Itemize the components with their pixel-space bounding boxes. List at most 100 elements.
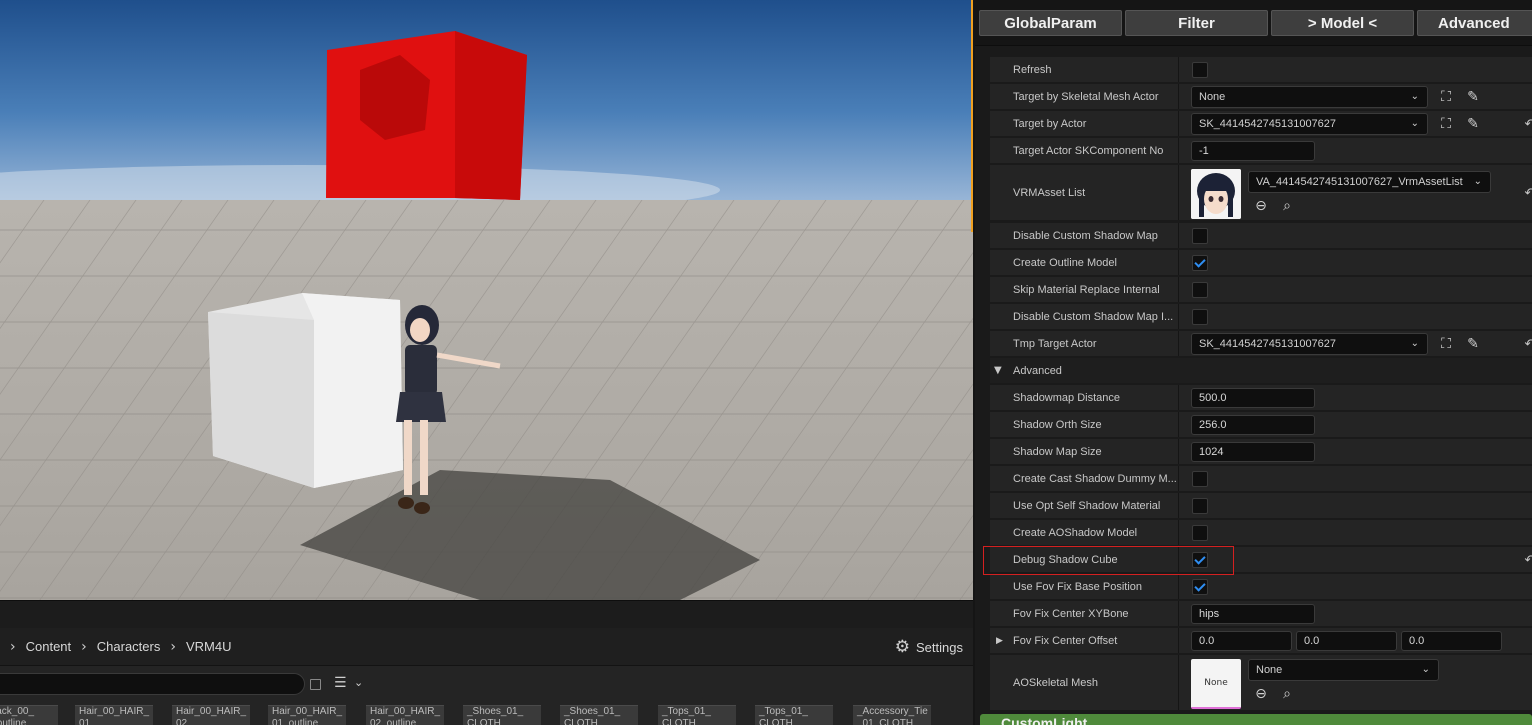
eyedropper-icon[interactable]: ✎ bbox=[1464, 115, 1482, 133]
prop-label: Create Outline Model bbox=[1013, 257, 1117, 269]
target-skeletal-combo[interactable]: None ⌄ bbox=[1191, 86, 1428, 108]
asset-tile[interactable]: _Tops_01_ CLOTH bbox=[755, 705, 833, 725]
asset-tile[interactable]: irBack_00_ R_outline bbox=[0, 705, 58, 725]
prop-label: Shadow Map Size bbox=[1013, 446, 1102, 458]
prop-create-cast-shadow: Create Cast Shadow Dummy M... bbox=[990, 466, 1532, 492]
reset-icon[interactable]: ↶ bbox=[1522, 551, 1532, 569]
shadow-map-size-input[interactable]: 1024 bbox=[1191, 442, 1315, 462]
refresh-checkbox[interactable] bbox=[1192, 62, 1208, 78]
use-selected-icon[interactable]: ⊖ bbox=[1252, 685, 1270, 703]
use-selected-icon[interactable]: ⊖ bbox=[1252, 197, 1270, 215]
prop-create-outline: Create Outline Model bbox=[990, 250, 1532, 276]
filter-icon[interactable]: ☰ bbox=[334, 675, 347, 691]
prop-label: Create AOShadow Model bbox=[1013, 527, 1138, 539]
chevron-down-icon[interactable]: ⌄ bbox=[354, 676, 363, 689]
breadcrumb-item-content[interactable]: Content bbox=[26, 639, 72, 654]
section-label: CustomLight bbox=[1001, 715, 1088, 725]
prop-label: Target by Skeletal Mesh Actor bbox=[1013, 91, 1159, 103]
tab-model[interactable]: > Model < bbox=[1271, 10, 1414, 36]
shadowmap-distance-input[interactable]: 500.0 bbox=[1191, 388, 1315, 408]
shadow-orth-size-input[interactable]: 256.0 bbox=[1191, 415, 1315, 435]
reset-icon[interactable]: ↶ bbox=[1522, 184, 1532, 202]
combo-value: VA_4414542745131007627_VrmAssetList bbox=[1256, 176, 1463, 188]
asset-tile[interactable]: _Accessory_Tie _01_CLOTH bbox=[853, 705, 931, 725]
select-actor-icon[interactable]: ⛶ bbox=[1437, 335, 1455, 353]
chevron-down-icon: ⌄ bbox=[1410, 118, 1419, 129]
prop-label: Create Cast Shadow Dummy M... bbox=[1013, 473, 1177, 485]
prop-create-aoshadow: Create AOShadow Model bbox=[990, 520, 1532, 546]
asset-label: Hair_00_HAIR_ 01 bbox=[79, 706, 150, 725]
eyedropper-icon[interactable]: ✎ bbox=[1464, 335, 1482, 353]
create-aoshadow-checkbox[interactable] bbox=[1192, 525, 1208, 541]
tab-filter[interactable]: Filter bbox=[1125, 10, 1268, 36]
disable-custom-shadow-i-checkbox[interactable] bbox=[1192, 309, 1208, 325]
disable-custom-shadow-checkbox[interactable] bbox=[1192, 228, 1208, 244]
tab-bar: GlobalParam Filter > Model < Advanced bbox=[975, 0, 1532, 46]
select-actor-icon[interactable]: ⛶ bbox=[1437, 115, 1455, 133]
prop-target-skeletal: Target by Skeletal Mesh Actor None ⌄ ⛶ ✎ bbox=[990, 84, 1532, 110]
tmp-target-combo[interactable]: SK_4414542745131007627 ⌄ bbox=[1191, 333, 1428, 355]
target-sk-no-input[interactable]: -1 bbox=[1191, 141, 1315, 161]
reset-icon[interactable]: ↶ bbox=[1522, 335, 1532, 353]
chevron-right-icon[interactable]: › bbox=[10, 639, 16, 655]
breadcrumb-item-characters[interactable]: Characters bbox=[97, 639, 161, 654]
prop-label: Shadow Orth Size bbox=[1013, 419, 1102, 431]
prop-label: Target Actor SKComponent No bbox=[1013, 145, 1164, 157]
character-portrait-icon bbox=[1191, 169, 1241, 219]
target-actor-combo[interactable]: SK_4414542745131007627 ⌄ bbox=[1191, 113, 1428, 135]
create-cast-shadow-checkbox[interactable] bbox=[1192, 471, 1208, 487]
create-outline-checkbox[interactable] bbox=[1192, 255, 1208, 271]
asset-tile[interactable]: _Shoes_01_ CLOTH bbox=[463, 705, 541, 725]
asset-tile[interactable]: Hair_00_HAIR_ 02_outline bbox=[366, 705, 444, 725]
ao-mesh-thumbnail[interactable]: None bbox=[1191, 659, 1241, 709]
prop-label: Disable Custom Shadow Map I... bbox=[1013, 311, 1174, 323]
prop-label: Disable Custom Shadow Map bbox=[1013, 230, 1158, 242]
offset-x-input[interactable]: 0.0 bbox=[1191, 631, 1292, 651]
prop-vrm-asset-list: VRMAsset List VA_4414542745131007627_Vrm… bbox=[990, 165, 1532, 221]
chevron-down-icon: ⌄ bbox=[1473, 176, 1482, 187]
asset-tile[interactable]: Hair_00_HAIR_ 01 bbox=[75, 705, 153, 725]
select-actor-icon[interactable]: ⛶ bbox=[1437, 88, 1455, 106]
browse-icon[interactable]: ⌕ bbox=[1278, 197, 1296, 215]
eyedropper-icon[interactable]: ✎ bbox=[1464, 88, 1482, 106]
tab-globalparam[interactable]: GlobalParam bbox=[979, 10, 1122, 36]
asset-label: irBack_00_ R_outline bbox=[0, 706, 35, 725]
search-input[interactable] bbox=[0, 673, 305, 695]
skip-material-checkbox[interactable] bbox=[1192, 282, 1208, 298]
asset-tile[interactable]: _Tops_01_ CLOTH bbox=[658, 705, 736, 725]
fov-center-bone-input[interactable]: hips bbox=[1191, 604, 1315, 624]
breadcrumb-item-vrm4u[interactable]: VRM4U bbox=[186, 639, 232, 654]
asset-tile[interactable]: Hair_00_HAIR_ 01_outline bbox=[268, 705, 346, 725]
vrm-asset-combo[interactable]: VA_4414542745131007627_VrmAssetList ⌄ bbox=[1248, 171, 1491, 193]
offset-z-input[interactable]: 0.0 bbox=[1401, 631, 1502, 651]
prop-label: Refresh bbox=[1013, 64, 1052, 76]
section-customlight[interactable]: CustomLight bbox=[975, 714, 1532, 725]
asset-tile[interactable]: _Shoes_01_ CLOTH bbox=[560, 705, 638, 725]
use-opt-self-shadow-checkbox[interactable] bbox=[1192, 498, 1208, 514]
viewport-focus-border bbox=[971, 0, 973, 232]
tab-advanced[interactable]: Advanced bbox=[1417, 10, 1532, 36]
prop-label: Use Opt Self Shadow Material bbox=[1013, 500, 1161, 512]
reset-icon[interactable]: ↶ bbox=[1522, 115, 1532, 133]
viewport-bottom-bar bbox=[0, 600, 973, 628]
debug-shadow-cube-checkbox[interactable] bbox=[1192, 552, 1208, 568]
ao-mesh-combo[interactable]: None ⌄ bbox=[1248, 659, 1439, 681]
details-panel: GlobalParam Filter > Model < Advanced Re… bbox=[975, 0, 1532, 725]
asset-tile[interactable]: Hair_00_HAIR_ 02 bbox=[172, 705, 250, 725]
chevron-right-icon[interactable]: › bbox=[170, 639, 176, 655]
breadcrumb: › Content › Characters › VRM4U ⚙ Setting… bbox=[0, 628, 973, 666]
use-fov-fix-checkbox[interactable] bbox=[1192, 579, 1208, 595]
level-viewport[interactable] bbox=[0, 0, 973, 600]
chevron-right-icon[interactable]: › bbox=[81, 639, 87, 655]
chevron-down-icon: ⌄ bbox=[1421, 664, 1430, 675]
chevron-right-icon[interactable]: ▶ bbox=[996, 628, 1003, 654]
vrm-asset-thumbnail[interactable] bbox=[1191, 169, 1241, 219]
offset-y-input[interactable]: 0.0 bbox=[1296, 631, 1397, 651]
chevron-down-icon: ▼ bbox=[994, 365, 1002, 376]
property-list: Refresh Target by Skeletal Mesh Actor No… bbox=[975, 56, 1532, 714]
settings-button[interactable]: ⚙ Settings bbox=[895, 636, 963, 658]
section-advanced[interactable]: ▼ Advanced bbox=[990, 358, 1532, 384]
browse-icon[interactable]: ⌕ bbox=[1278, 685, 1296, 703]
asset-label: _Accessory_Tie _01_CLOTH bbox=[857, 706, 928, 725]
save-icon[interactable] bbox=[310, 679, 321, 690]
